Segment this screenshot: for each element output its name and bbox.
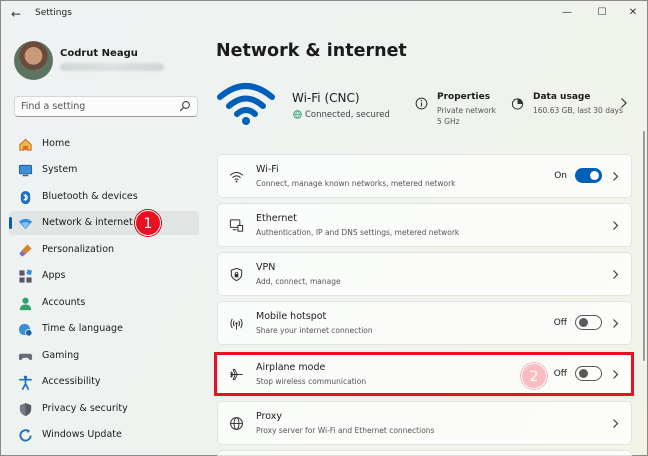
person-icon xyxy=(19,297,32,311)
chevron-right-icon xyxy=(613,172,619,181)
toggle-knob xyxy=(579,318,588,327)
search-input[interactable]: Find a setting xyxy=(14,96,198,117)
sidebar-item-network[interactable]: Network & internet xyxy=(9,211,199,235)
sidebar-item-label: Home xyxy=(42,138,71,149)
connection-status: Connected, secured xyxy=(305,110,390,120)
toggle-knob xyxy=(590,171,599,180)
shield-icon xyxy=(19,402,32,417)
accessibility-icon xyxy=(19,375,32,390)
card-subtitle: Add, connect, manage xyxy=(256,277,341,286)
sidebar-item-system[interactable]: System xyxy=(9,158,199,182)
sidebar-item-privacy[interactable]: Privacy & security xyxy=(9,397,199,421)
wifi-hero-icon xyxy=(217,83,275,125)
card-title: Wi-Fi xyxy=(256,164,279,175)
network-icon xyxy=(18,218,33,230)
highlight-box xyxy=(214,352,634,396)
ethernet-icon xyxy=(229,219,244,232)
sidebar-item-windows-update[interactable]: Windows Update xyxy=(9,423,199,447)
sidebar-item-time-language[interactable]: Time & language xyxy=(9,317,199,341)
card-subtitle: Authentication, IP and DNS settings, met… xyxy=(256,228,460,237)
update-icon xyxy=(19,428,32,442)
search-icon[interactable] xyxy=(179,100,191,112)
sidebar-item-accessibility[interactable]: Accessibility xyxy=(9,370,199,394)
hotspot-icon xyxy=(230,318,243,330)
sidebar-item-label: Time & language xyxy=(42,323,123,334)
home-icon xyxy=(19,138,32,151)
sidebar-item-personalization[interactable]: Personalization xyxy=(9,238,199,262)
properties-network-type: Private network xyxy=(437,106,496,115)
window-title: Settings xyxy=(35,8,72,18)
data-usage-detail: 160.63 GB, last 30 days xyxy=(533,106,623,115)
toggle-state-label: Off xyxy=(553,318,567,328)
sidebar-item-label: Bluetooth & devices xyxy=(42,191,138,202)
title-bar: ← Settings — ☐ ✕ xyxy=(1,1,647,27)
minimize-button[interactable]: — xyxy=(557,5,577,21)
chevron-right-icon xyxy=(613,319,619,328)
chevron-right-icon xyxy=(613,221,619,230)
data-usage-icon[interactable] xyxy=(511,97,524,110)
close-button[interactable]: ✕ xyxy=(623,5,643,21)
data-usage-link[interactable]: Data usage xyxy=(533,92,590,102)
sidebar-item-label: Gaming xyxy=(42,350,80,361)
globe-clock-icon xyxy=(18,323,33,337)
profile-name: Codrut Neagu xyxy=(60,48,138,59)
sidebar-item-apps[interactable]: Apps xyxy=(9,264,199,288)
chevron-right-icon[interactable] xyxy=(619,97,628,109)
info-icon[interactable] xyxy=(415,97,428,110)
sidebar-item-accounts[interactable]: Accounts xyxy=(9,291,199,315)
sidebar-item-label: Accessibility xyxy=(42,376,101,387)
properties-band: 5 GHz xyxy=(437,116,460,126)
sidebar-item-label: Windows Update xyxy=(42,429,122,440)
card-title: Ethernet xyxy=(256,213,297,224)
search-placeholder: Find a setting xyxy=(21,101,86,112)
card-next-partial[interactable] xyxy=(217,450,632,456)
scrollbar[interactable] xyxy=(643,131,645,361)
sidebar-item-gaming[interactable]: Gaming xyxy=(9,344,199,368)
card-subtitle: Share your internet connection xyxy=(256,326,373,335)
hotspot-toggle[interactable] xyxy=(575,315,602,330)
back-button[interactable]: ← xyxy=(11,7,25,21)
brush-icon xyxy=(19,244,32,257)
vpn-shield-icon xyxy=(230,267,243,282)
gamepad-icon xyxy=(18,353,33,361)
wifi-icon xyxy=(229,172,244,183)
card-mobile-hotspot[interactable]: Mobile hotspot Share your internet conne… xyxy=(217,301,632,345)
bluetooth-icon xyxy=(20,190,31,205)
toggle-state-label: On xyxy=(554,171,567,181)
maximize-button[interactable]: ☐ xyxy=(592,5,612,21)
card-ethernet[interactable]: Ethernet Authentication, IP and DNS sett… xyxy=(217,203,632,247)
card-proxy[interactable]: Proxy Proxy server for Wi-Fi and Etherne… xyxy=(217,401,632,445)
sidebar-item-label: System xyxy=(42,164,78,175)
selection-indicator xyxy=(9,217,12,229)
sidebar-item-label: Network & internet xyxy=(42,217,133,228)
sidebar-item-label: Accounts xyxy=(42,297,86,308)
properties-link[interactable]: Properties xyxy=(437,92,490,102)
sidebar-item-bluetooth[interactable]: Bluetooth & devices xyxy=(9,185,199,209)
profile-email-blurred xyxy=(60,63,164,71)
apps-icon xyxy=(19,269,33,283)
step-marker-1: 1 xyxy=(135,210,161,236)
avatar[interactable] xyxy=(14,41,53,80)
card-title: Proxy xyxy=(256,411,283,422)
sidebar-item-label: Apps xyxy=(42,270,66,281)
card-title: Mobile hotspot xyxy=(256,311,327,322)
card-vpn[interactable]: VPN Add, connect, manage xyxy=(217,252,632,296)
page-title: Network & internet xyxy=(216,41,407,61)
sidebar-item-label: Personalization xyxy=(42,244,115,255)
globe-status-icon xyxy=(293,110,302,119)
chevron-right-icon xyxy=(613,419,619,428)
card-subtitle: Connect, manage known networks, metered … xyxy=(256,179,456,188)
sidebar-item-home[interactable]: Home xyxy=(9,132,199,156)
monitor-icon xyxy=(18,164,33,177)
card-title: VPN xyxy=(256,262,276,273)
sidebar-item-label: Privacy & security xyxy=(42,403,128,414)
wifi-toggle[interactable] xyxy=(575,168,602,183)
connection-name: Wi-Fi (CNC) xyxy=(292,91,360,105)
chevron-right-icon xyxy=(613,270,619,279)
card-subtitle: Proxy server for Wi-Fi and Ethernet conn… xyxy=(256,426,435,435)
globe-icon xyxy=(230,417,243,430)
properties-detail: Private network 5 GHz xyxy=(437,106,507,127)
card-wifi[interactable]: Wi-Fi Connect, manage known networks, me… xyxy=(217,154,632,198)
